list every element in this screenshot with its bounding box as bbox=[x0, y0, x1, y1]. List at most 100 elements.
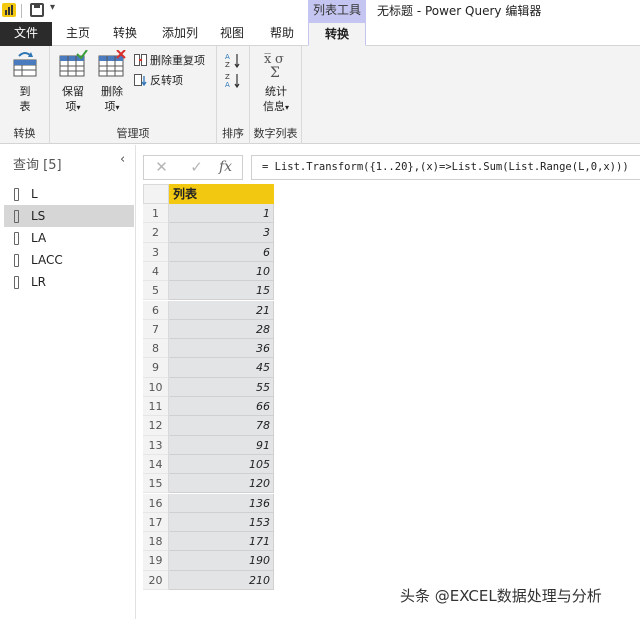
query-item-label: LA bbox=[31, 231, 47, 245]
grid-header: 列表 bbox=[143, 184, 274, 204]
row-number: 15 bbox=[143, 474, 169, 494]
remove-duplicates-button[interactable]: 删除重复项 bbox=[134, 52, 205, 68]
remove-duplicates-label: 删除重复项 bbox=[150, 54, 205, 67]
query-item-label: LACC bbox=[31, 253, 63, 267]
sort-descending-icon[interactable]: Z A bbox=[225, 72, 241, 88]
table-row[interactable]: 20 210 bbox=[143, 570, 274, 590]
list-value-cell[interactable]: 66 bbox=[169, 397, 274, 417]
confirm-formula-icon[interactable]: ✓ bbox=[180, 155, 213, 180]
list-value-cell[interactable]: 190 bbox=[169, 551, 274, 571]
svg-text:Σ: Σ bbox=[270, 65, 280, 78]
list-value-cell[interactable]: 10 bbox=[169, 261, 274, 282]
query-item-l[interactable]: L bbox=[4, 183, 134, 205]
quick-access-dropdown-icon[interactable]: ▾ bbox=[50, 2, 55, 13]
list-value-cell[interactable]: 28 bbox=[169, 319, 274, 340]
table-row[interactable]: 6 21 bbox=[143, 300, 274, 320]
to-table-label-2: 表 bbox=[19, 100, 31, 113]
list-value-cell[interactable]: 78 bbox=[169, 416, 274, 436]
query-item-label: L bbox=[31, 187, 38, 201]
tab-file[interactable]: 文件 bbox=[0, 22, 52, 46]
table-row[interactable]: 14 105 bbox=[143, 454, 274, 475]
table-row[interactable]: 17 153 bbox=[143, 512, 274, 533]
to-table-label-1: 到 bbox=[19, 85, 31, 98]
table-row[interactable]: 4 10 bbox=[143, 261, 274, 282]
list-query-icon bbox=[14, 187, 19, 201]
ribbon: 到 表 转换 保留 项▾ 删除 项▾ 删除重复项 反转项 管理项 A Z Z A… bbox=[0, 46, 640, 144]
tab-list-transform[interactable]: 转换 bbox=[308, 22, 366, 46]
svg-text:Z: Z bbox=[225, 73, 230, 81]
row-number: 12 bbox=[143, 416, 169, 436]
table-row[interactable]: 15 120 bbox=[143, 474, 274, 494]
remove-items-label-1: 删除 bbox=[101, 85, 123, 98]
table-row[interactable]: 11 bbox=[143, 204, 274, 224]
table-row[interactable]: 36 bbox=[143, 242, 274, 262]
query-item-lr[interactable]: LR bbox=[4, 271, 134, 293]
tab-view[interactable]: 视图 bbox=[214, 22, 250, 46]
list-value-cell[interactable]: 36 bbox=[169, 339, 274, 359]
keep-items-label-2: 项 bbox=[65, 100, 77, 113]
window-title: 无标题 - Power Query 编辑器 bbox=[377, 4, 542, 18]
list-value-cell[interactable]: 105 bbox=[169, 454, 274, 475]
statistics-label-1: 统计 bbox=[265, 85, 287, 98]
table-row[interactable]: 5 15 bbox=[143, 281, 274, 301]
row-number: 3 bbox=[143, 242, 169, 262]
list-value-cell[interactable]: 21 bbox=[169, 300, 274, 320]
statistics-caret-icon: ▾ bbox=[284, 103, 289, 112]
table-row[interactable]: 23 bbox=[143, 223, 274, 243]
tab-help[interactable]: 帮助 bbox=[262, 22, 302, 46]
row-number: 8 bbox=[143, 339, 169, 359]
column-header-list[interactable]: 列表 bbox=[169, 184, 274, 204]
queries-pane: 查询 [5] ‹ L LS LA LACC LR bbox=[0, 145, 136, 619]
table-row[interactable]: 12 78 bbox=[143, 416, 274, 436]
grid-corner[interactable] bbox=[143, 184, 169, 204]
fx-icon[interactable]: fx bbox=[219, 155, 232, 179]
remove-items-button[interactable]: 删除 项▾ bbox=[95, 49, 129, 115]
list-value-cell[interactable]: 210 bbox=[169, 570, 274, 590]
statistics-button[interactable]: x̅ σ Σ 统计 信息▾ bbox=[256, 50, 296, 115]
list-value-cell[interactable]: 15 bbox=[169, 281, 274, 301]
save-icon[interactable] bbox=[30, 3, 44, 17]
table-row[interactable]: 18 171 bbox=[143, 532, 274, 552]
list-value-cell[interactable]: 120 bbox=[169, 474, 274, 494]
list-value-cell[interactable]: 153 bbox=[169, 512, 274, 533]
table-row[interactable]: 7 28 bbox=[143, 319, 274, 340]
table-row[interactable]: 10 55 bbox=[143, 377, 274, 397]
cancel-formula-icon[interactable]: ✕ bbox=[145, 155, 178, 180]
reverse-items-button[interactable]: 反转项 bbox=[134, 72, 183, 88]
list-value-cell[interactable]: 6 bbox=[169, 242, 274, 262]
formula-text: = List.Transform({1..20},(x)=>List.Sum(L… bbox=[262, 161, 629, 173]
query-item-ls[interactable]: LS bbox=[4, 205, 134, 227]
table-row[interactable]: 13 91 bbox=[143, 435, 274, 455]
list-value-cell[interactable]: 136 bbox=[169, 493, 274, 513]
table-row[interactable]: 9 45 bbox=[143, 358, 274, 378]
row-number: 18 bbox=[143, 532, 169, 552]
table-row[interactable]: 8 36 bbox=[143, 339, 274, 359]
list-value-cell[interactable]: 45 bbox=[169, 358, 274, 378]
tab-add-column[interactable]: 添加列 bbox=[155, 22, 205, 46]
list-value-cell[interactable]: 3 bbox=[169, 223, 274, 243]
sort-ascending-icon[interactable]: A Z bbox=[225, 52, 241, 68]
list-value-cell[interactable]: 91 bbox=[169, 435, 274, 455]
collapse-pane-icon[interactable]: ‹ bbox=[120, 152, 125, 167]
keep-items-button[interactable]: 保留 项▾ bbox=[56, 49, 90, 115]
row-number: 6 bbox=[143, 300, 169, 320]
list-value-cell[interactable]: 1 bbox=[169, 204, 274, 224]
query-item-lacc[interactable]: LACC bbox=[4, 249, 134, 271]
formula-input[interactable]: = List.Transform({1..20},(x)=>List.Sum(L… bbox=[251, 155, 640, 180]
list-value-cell[interactable]: 55 bbox=[169, 377, 274, 397]
query-item-la[interactable]: LA bbox=[4, 227, 134, 249]
to-table-button[interactable]: 到 表 bbox=[8, 50, 42, 114]
tab-home[interactable]: 主页 bbox=[58, 22, 98, 46]
tab-transform[interactable]: 转换 bbox=[105, 22, 145, 46]
formula-bar: ✕ ✓ fx = List.Transform({1..20},(x)=>Lis… bbox=[143, 155, 640, 180]
table-row[interactable]: 19 190 bbox=[143, 551, 274, 571]
list-value-cell[interactable]: 171 bbox=[169, 532, 274, 552]
list-query-icon bbox=[14, 209, 19, 223]
group-sort-label: 排序 bbox=[222, 127, 244, 140]
svg-text:Z: Z bbox=[225, 61, 230, 68]
table-row[interactable]: 16 136 bbox=[143, 493, 274, 513]
query-item-label: LS bbox=[31, 209, 46, 223]
reverse-items-label: 反转项 bbox=[150, 74, 183, 87]
table-row[interactable]: 11 66 bbox=[143, 397, 274, 417]
row-number: 10 bbox=[143, 377, 169, 397]
